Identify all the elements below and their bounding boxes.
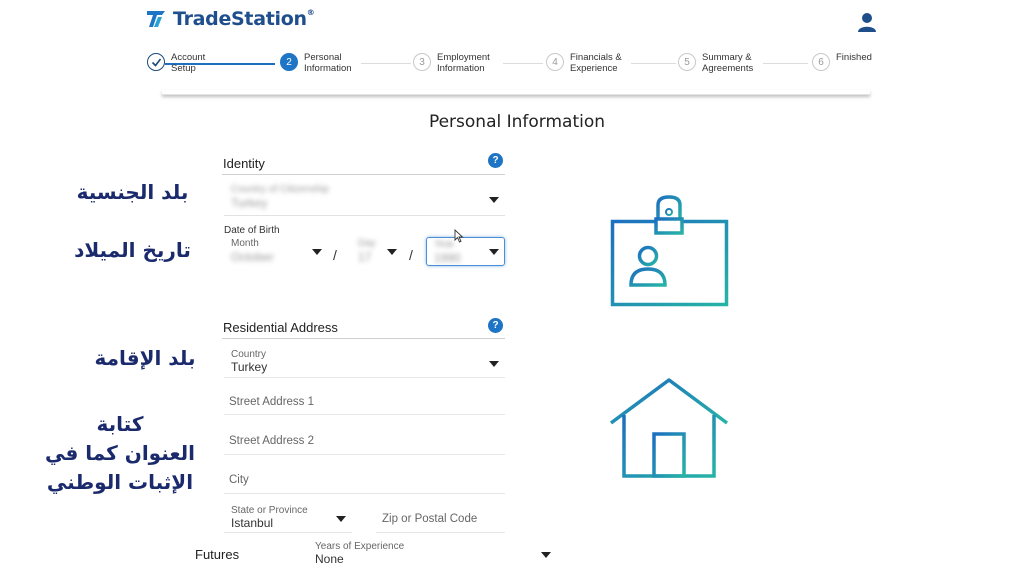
dob-year-select[interactable]: Year 1990 [426, 237, 505, 266]
brand-name: TradeStation® [173, 8, 315, 30]
step-connector [361, 63, 411, 64]
step-label: Summary & Agreements [702, 52, 754, 74]
user-icon[interactable] [855, 11, 879, 38]
zip-postal-code-input[interactable]: Zip or Postal Code [376, 509, 506, 531]
progress-stepper: Account Setup 2 Personal Information 3 Emp… [143, 52, 883, 92]
tradestation-logo-icon [147, 11, 165, 27]
years-experience-label: Years of Experience [315, 541, 405, 552]
date-separator: / [333, 247, 337, 263]
city-placeholder: City [229, 474, 249, 486]
years-experience-value: None [315, 552, 344, 566]
date-separator: / [409, 247, 413, 263]
year-value: 1990 [434, 251, 461, 265]
id-badge-icon [608, 193, 732, 314]
step-label: Personal Information [304, 52, 352, 74]
annotation-country-of-residence: بلد الإقامة [94, 346, 196, 370]
section-divider [222, 338, 505, 339]
street-address-1-placeholder: Street Address 1 [229, 396, 315, 408]
page-title: Personal Information [428, 112, 606, 132]
state-province-select[interactable]: State or Province Istanbul [224, 505, 352, 531]
step-connector [763, 63, 808, 64]
step-employment-information[interactable]: 3 Employment Information [413, 52, 490, 74]
year-label: Year [434, 239, 455, 250]
section-divider [222, 174, 505, 175]
step-finished[interactable]: 6 Finished [812, 52, 872, 71]
country-value: Turkey [231, 360, 268, 374]
mouse-cursor-icon [454, 228, 464, 248]
state-label: State or Province [231, 505, 308, 516]
futures-experience-select[interactable]: Years of Experience None [306, 540, 556, 566]
question-icon[interactable]: ? [488, 153, 503, 168]
step-number: 3 [413, 53, 431, 71]
step-number: 5 [678, 53, 696, 71]
chevron-down-icon [541, 552, 551, 558]
step-label: Financials & Experience [570, 52, 622, 74]
step-label: Finished [836, 52, 872, 63]
question-icon[interactable]: ? [488, 318, 503, 333]
field-underline [224, 454, 505, 455]
chevron-down-icon [387, 249, 397, 255]
month-value: October [231, 250, 274, 264]
state-value: Istanbul [231, 516, 274, 530]
step-number: 2 [280, 53, 298, 71]
tradestation-logo[interactable]: TradeStation® [145, 8, 315, 30]
address-section-title: Residential Address [223, 320, 338, 335]
dob-label: Date of Birth [224, 225, 280, 236]
step-connector [503, 63, 543, 64]
zip-placeholder: Zip or Postal Code [382, 513, 478, 525]
street-address-2-placeholder: Street Address 2 [229, 435, 315, 447]
day-label: Day [358, 238, 376, 249]
street-address-2-input[interactable]: Street Address 2 [224, 431, 506, 453]
step-connector [631, 63, 676, 64]
step-summary-agreements[interactable]: 5 Summary & Agreements [678, 52, 753, 74]
dob-day-select[interactable]: Day 17 [352, 236, 402, 268]
chevron-down-icon [336, 516, 346, 522]
annotation-address-line: الإثبات الوطني [46, 470, 194, 494]
day-value: 17 [358, 250, 372, 264]
identity-section-title: Identity [223, 156, 265, 171]
annotation-address-line: العنوان كما في [44, 441, 196, 465]
country-select[interactable]: Country Turkey [224, 345, 506, 379]
step-personal-information[interactable]: 2 Personal Information [280, 52, 352, 74]
check-icon [147, 53, 165, 71]
step-financials-experience[interactable]: 4 Financials & Experience [546, 52, 622, 74]
chevron-down-icon [312, 249, 322, 255]
field-underline [224, 377, 505, 378]
city-input[interactable]: City [224, 470, 506, 492]
citizenship-value: Turkey [231, 196, 268, 210]
field-underline [376, 532, 505, 533]
street-address-1-input[interactable]: Street Address 1 [224, 392, 506, 414]
step-account-setup[interactable]: Account Setup [147, 52, 205, 74]
dob-month-select[interactable]: Month October [224, 236, 324, 268]
step-label: Account Setup [171, 52, 206, 74]
chevron-down-icon [489, 361, 499, 367]
annotation-date-of-birth: تاريخ الميلاد [74, 238, 191, 262]
citizenship-label: Country of Citizenship [231, 184, 329, 195]
annotation-address-line: كتابة [96, 412, 144, 436]
step-number: 6 [812, 53, 830, 71]
step-number: 4 [546, 53, 564, 71]
field-underline [224, 215, 505, 216]
field-underline [224, 532, 352, 533]
citizenship-select[interactable]: Country of Citizenship Turkey [224, 180, 506, 216]
annotation-address: كتابة العنوان كما في الإثبات الوطني [30, 410, 210, 497]
header-divider [162, 90, 870, 95]
futures-label: Futures [195, 547, 240, 562]
chevron-down-icon [489, 249, 499, 255]
annotation-citizenship: بلد الجنسية [76, 180, 189, 204]
step-label: Employment Information [437, 52, 490, 74]
field-underline [224, 493, 505, 494]
chevron-down-icon [489, 197, 499, 203]
field-underline [224, 414, 505, 415]
country-label: Country [231, 349, 267, 360]
house-icon [607, 376, 731, 485]
month-label: Month [231, 238, 259, 249]
